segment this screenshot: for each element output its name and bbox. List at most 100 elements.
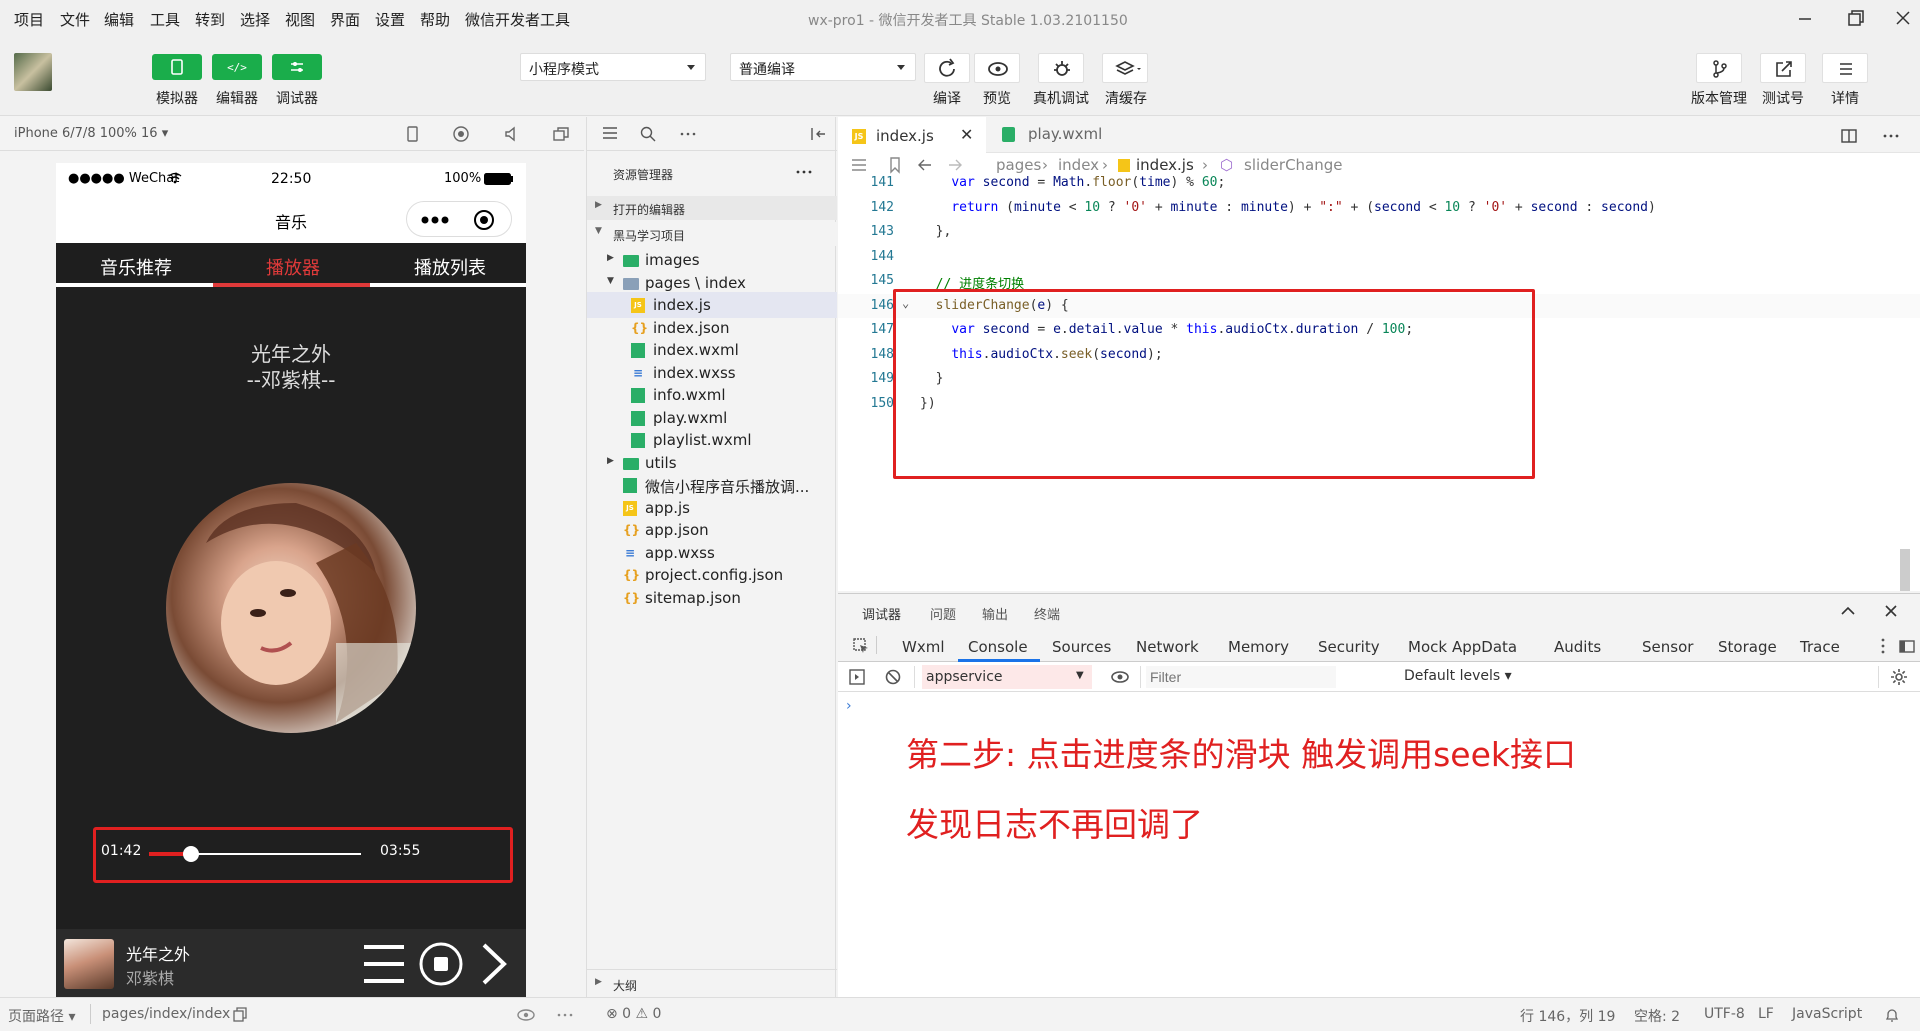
- devtools-tab-storage[interactable]: Storage: [1718, 638, 1777, 656]
- menu-tools[interactable]: 工具: [150, 9, 180, 30]
- version-button[interactable]: [1696, 53, 1742, 83]
- preview-button[interactable]: [974, 53, 1020, 83]
- maximize-icon[interactable]: [1840, 6, 1870, 32]
- page-path-select[interactable]: 页面路径 ▾: [8, 1006, 75, 1026]
- close-panel-icon[interactable]: [1884, 604, 1898, 618]
- more-dots-icon[interactable]: [417, 211, 453, 229]
- details-button[interactable]: [1822, 53, 1868, 83]
- open-editors-header[interactable]: ▶ 打开的编辑器: [587, 196, 837, 220]
- slider-thumb[interactable]: [183, 846, 200, 862]
- devtools-tab-mock[interactable]: Mock: [1408, 638, 1447, 656]
- chevron-up-icon[interactable]: [1840, 604, 1856, 618]
- device-select[interactable]: iPhone 6/7/8 100% 16 ▾: [14, 126, 168, 141]
- menu-settings[interactable]: 设置: [375, 9, 405, 30]
- encoding[interactable]: UTF-8: [1704, 1006, 1745, 1022]
- console-prompt-icon[interactable]: ›: [846, 698, 852, 714]
- more-icon[interactable]: [556, 1007, 574, 1023]
- devtools-tab-sensor[interactable]: Sensor: [1642, 638, 1693, 656]
- outline-header[interactable]: ▶ 大纲: [587, 969, 837, 997]
- vertical-more-icon[interactable]: [1880, 637, 1886, 655]
- tab-play-wxml[interactable]: play.wxml: [988, 117, 1138, 153]
- dock-icon[interactable]: [1898, 637, 1916, 655]
- file-tree-item[interactable]: {} sitemap.json: [587, 585, 837, 611]
- devtools-tab-security[interactable]: Security: [1318, 638, 1380, 656]
- tab-index-js[interactable]: JS index.js ✕: [838, 117, 986, 153]
- playlist-icon[interactable]: [362, 941, 406, 987]
- devtools-tab-audits[interactable]: Audits: [1554, 638, 1601, 656]
- more-icon[interactable]: [679, 125, 697, 143]
- progress-slider[interactable]: [149, 846, 361, 862]
- project-header[interactable]: ▼ 黑马学习项目: [587, 222, 837, 246]
- gear-icon[interactable]: [1890, 668, 1908, 686]
- devtools-tab-sources[interactable]: Sources: [1052, 638, 1111, 656]
- menu-edit[interactable]: 编辑: [104, 9, 134, 30]
- code-line[interactable]: 144: [838, 245, 1920, 269]
- test-account-button[interactable]: [1760, 53, 1806, 83]
- devtools-tab-wxml[interactable]: Wxml: [902, 638, 945, 656]
- editor-more-icon[interactable]: [1882, 127, 1900, 145]
- tab-debugger[interactable]: 调试器: [862, 604, 902, 631]
- menu-select[interactable]: 选择: [240, 9, 270, 30]
- close-miniprogram-icon[interactable]: [473, 209, 495, 231]
- devtools-tab-trace[interactable]: Trace: [1800, 638, 1840, 656]
- code-line[interactable]: 142 return (minute < 10 ? '0' + minute :…: [838, 196, 1920, 220]
- compile-button[interactable]: [924, 53, 970, 83]
- code-line[interactable]: 141 var second = Math.floor(time) % 60;: [838, 171, 1920, 195]
- tab-playlist[interactable]: 播放列表: [414, 254, 486, 280]
- context-select[interactable]: appservice ▼: [922, 665, 1092, 689]
- devtools-tab-console[interactable]: Console: [968, 638, 1028, 656]
- menu-goto[interactable]: 转到: [195, 9, 225, 30]
- mode-select[interactable]: 小程序模式: [520, 53, 706, 81]
- close-icon[interactable]: [1888, 6, 1918, 32]
- editor-button[interactable]: </>: [212, 54, 262, 80]
- file-list-icon[interactable]: [601, 125, 619, 143]
- tab-player[interactable]: 播放器: [266, 254, 320, 280]
- avatar[interactable]: [14, 53, 52, 91]
- tab-terminal[interactable]: 终端: [1034, 604, 1060, 623]
- detach-icon[interactable]: [552, 125, 570, 143]
- sound-icon[interactable]: [502, 125, 520, 143]
- eye-icon[interactable]: [516, 1007, 536, 1023]
- menu-project[interactable]: 项目: [14, 9, 44, 30]
- indentation[interactable]: 空格: 2: [1634, 1006, 1680, 1026]
- tab-close-icon[interactable]: ✕: [960, 125, 973, 144]
- menu-file[interactable]: 文件: [60, 9, 90, 30]
- compile-select[interactable]: 普通编译: [730, 53, 916, 81]
- remote-debug-button[interactable]: [1038, 53, 1084, 83]
- phone-icon[interactable]: [404, 125, 420, 143]
- debugger-button[interactable]: [272, 54, 322, 80]
- editor-scrollbar[interactable]: [1900, 549, 1910, 591]
- sidebar-toggle-icon[interactable]: [848, 668, 866, 686]
- language-mode[interactable]: JavaScript: [1792, 1006, 1862, 1022]
- search-icon[interactable]: [639, 125, 657, 143]
- tab-output[interactable]: 输出: [982, 604, 1008, 623]
- cursor-position[interactable]: 行 146，列 19: [1520, 1006, 1615, 1026]
- filter-input[interactable]: [1146, 666, 1336, 688]
- stop-icon[interactable]: [418, 941, 464, 987]
- tab-problems[interactable]: 问题: [930, 604, 956, 623]
- devtools-tab-memory[interactable]: Memory: [1228, 638, 1289, 656]
- problems-count[interactable]: ⊗ 0 ⚠ 0: [606, 1006, 661, 1022]
- devtools-tab-network[interactable]: Network: [1136, 638, 1199, 656]
- bell-icon[interactable]: [1884, 1007, 1900, 1023]
- menu-view[interactable]: 视图: [285, 9, 315, 30]
- clear-cache-button[interactable]: [1102, 53, 1148, 83]
- copy-icon[interactable]: [232, 1007, 248, 1023]
- tab-recommend[interactable]: 音乐推荐: [100, 254, 172, 280]
- capsule-button[interactable]: [406, 201, 512, 237]
- next-icon[interactable]: [476, 941, 512, 987]
- code-line[interactable]: 143 },: [838, 220, 1920, 244]
- devtools-tab-appdata[interactable]: AppData: [1452, 638, 1517, 656]
- explorer-more-icon[interactable]: [795, 165, 813, 179]
- levels-select[interactable]: Default levels ▾: [1404, 668, 1512, 684]
- eye-icon[interactable]: [1110, 668, 1130, 686]
- menu-wechat-devtools[interactable]: 微信开发者工具: [465, 9, 570, 30]
- menu-help[interactable]: 帮助: [420, 9, 450, 30]
- clear-console-icon[interactable]: [884, 668, 902, 686]
- line-ending[interactable]: LF: [1758, 1006, 1774, 1022]
- record-icon[interactable]: [452, 125, 470, 143]
- split-editor-icon[interactable]: [1840, 127, 1858, 145]
- simulator-button[interactable]: [152, 54, 202, 80]
- menu-interface[interactable]: 界面: [330, 9, 360, 30]
- collapse-panel-icon[interactable]: [809, 125, 827, 143]
